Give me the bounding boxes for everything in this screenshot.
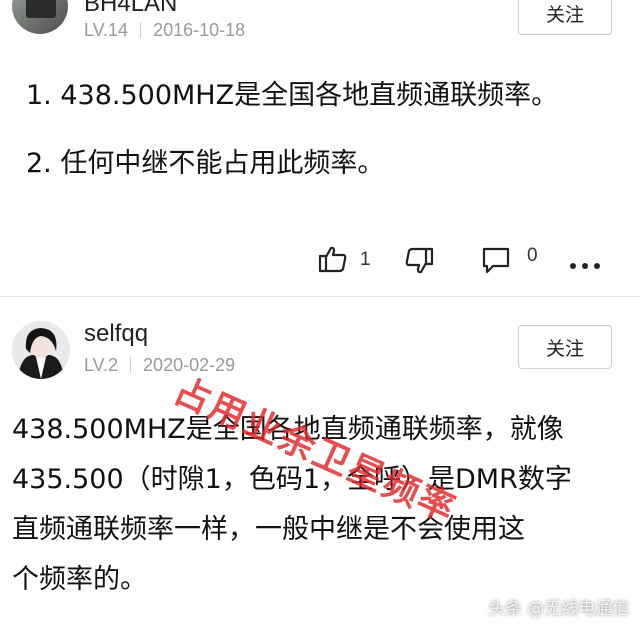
more-button[interactable] <box>569 256 601 269</box>
thumbs-down-icon <box>405 247 434 274</box>
follow-button[interactable]: 关注 <box>518 0 612 35</box>
reply-button[interactable] <box>481 245 511 275</box>
username[interactable]: selfqq <box>84 320 148 348</box>
user-level: LV.2 <box>84 355 119 375</box>
like-button[interactable] <box>318 244 348 274</box>
meta-separator <box>140 22 142 38</box>
comment-line: 个频率的。 <box>12 564 147 595</box>
meta-separator <box>130 357 132 373</box>
dislike-button[interactable] <box>404 246 434 276</box>
thumbs-up-icon <box>318 246 347 273</box>
source-watermark: 头条 @无线电通信 <box>488 599 630 619</box>
comment-line: 2. 任何中继不能占用此频率。 <box>26 148 385 179</box>
comment-line: 1. 438.500MHZ是全国各地直频通联频率。 <box>26 80 559 111</box>
divider <box>0 296 640 297</box>
follow-button[interactable]: 关注 <box>518 325 612 369</box>
user-meta: LV.14 2016-10-18 <box>84 20 245 41</box>
avatar[interactable] <box>12 0 68 34</box>
username[interactable]: BH4LAN <box>84 0 177 18</box>
user-level: LV.14 <box>84 20 129 40</box>
post-date: 2016-10-18 <box>153 20 246 40</box>
like-count: 1 <box>360 249 371 270</box>
avatar[interactable] <box>12 321 70 379</box>
avatar-image <box>12 321 70 379</box>
comment-icon <box>482 247 510 274</box>
more-dots-icon <box>570 263 600 269</box>
reply-count: 0 <box>527 245 538 266</box>
